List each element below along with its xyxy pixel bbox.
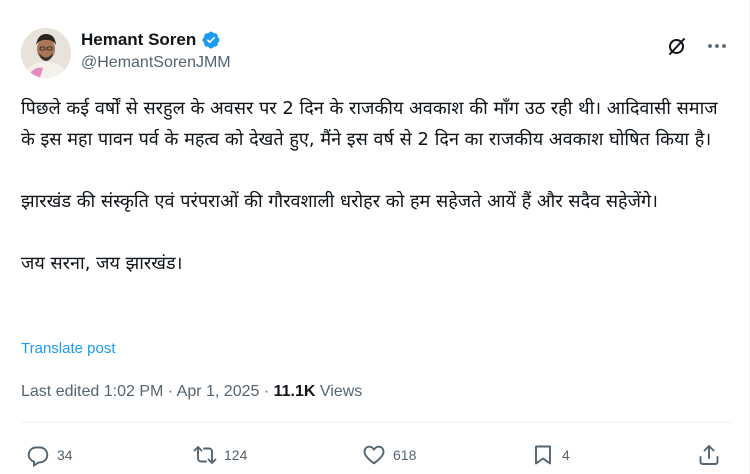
repost-count: 124 bbox=[224, 447, 248, 463]
post-meta: Last edited 1:02 PM · Apr 1, 2025 · 11.1… bbox=[21, 380, 362, 404]
post-date[interactable]: Apr 1, 2025 bbox=[177, 383, 260, 400]
share-icon bbox=[699, 445, 719, 465]
bookmark-button[interactable]: 4 bbox=[531, 440, 570, 470]
author-names: Hemant Soren @HemantSorenJMM bbox=[81, 29, 231, 72]
heart-icon bbox=[363, 445, 385, 465]
more-options-icon[interactable] bbox=[705, 34, 729, 58]
like-count: 618 bbox=[393, 447, 417, 463]
like-button[interactable]: 618 bbox=[362, 440, 416, 470]
views-label: Views bbox=[319, 383, 363, 400]
post-paragraph-2: झारखंड की संस्कृति एवं परंपराओं की गौरवश… bbox=[21, 191, 658, 212]
post-card: Hemant Soren @HemantSorenJMM पिछले कई वर… bbox=[0, 0, 750, 474]
author-handle[interactable]: @HemantSorenJMM bbox=[81, 54, 231, 72]
display-name-row: Hemant Soren bbox=[81, 29, 231, 51]
post-paragraph-3: जय सरना, जय झारखंड। bbox=[21, 253, 183, 274]
avatar[interactable] bbox=[21, 28, 71, 78]
reply-icon bbox=[27, 446, 49, 467]
verified-badge-icon[interactable] bbox=[201, 30, 221, 50]
repost-icon bbox=[193, 446, 217, 464]
display-name[interactable]: Hemant Soren bbox=[81, 30, 196, 50]
post-paragraph-1: पिछले कई वर्षों से सरहुल के अवसर पर 2 दि… bbox=[21, 98, 718, 150]
meta-separator-2: · bbox=[263, 383, 270, 400]
bookmark-count: 4 bbox=[562, 447, 570, 463]
views-count: 11.1K bbox=[273, 383, 316, 400]
actions-divider bbox=[21, 422, 733, 423]
avatar-image bbox=[21, 28, 71, 78]
translate-post-link[interactable]: Translate post bbox=[21, 340, 116, 357]
last-edited-link[interactable]: Last edited 1:02 PM bbox=[21, 383, 163, 400]
share-button[interactable] bbox=[697, 440, 721, 470]
bookmark-icon bbox=[535, 445, 551, 465]
post-header: Hemant Soren @HemantSorenJMM bbox=[21, 25, 731, 79]
reply-button[interactable]: 34 bbox=[26, 440, 73, 470]
repost-button[interactable]: 124 bbox=[193, 440, 247, 470]
grok-icon[interactable] bbox=[665, 34, 689, 58]
meta-separator: · bbox=[167, 383, 174, 400]
post-text: पिछले कई वर्षों से सरहुल के अवसर पर 2 दि… bbox=[21, 93, 733, 279]
reply-count: 34 bbox=[57, 447, 73, 463]
action-bar: 34 124 618 4 bbox=[21, 440, 733, 470]
